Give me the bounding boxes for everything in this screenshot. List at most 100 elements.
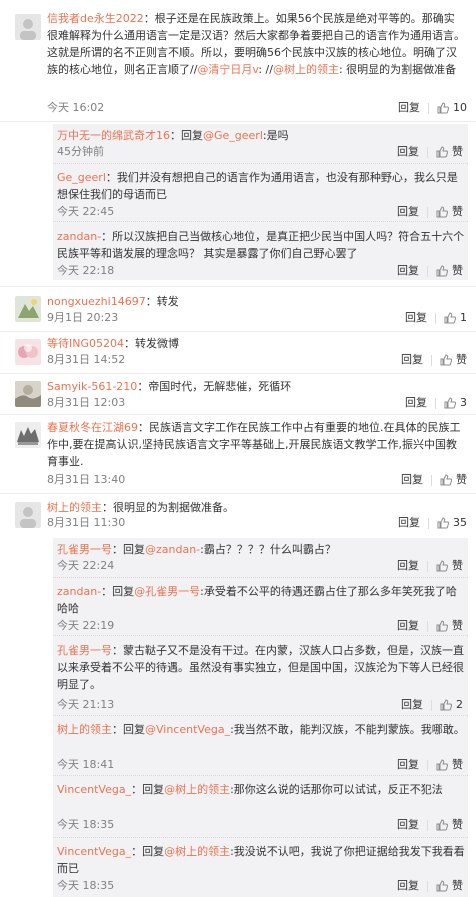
like-count: 35: [453, 516, 467, 529]
comment-time: 8月31日 14:52: [47, 353, 126, 366]
reply-time: 45分钟前: [57, 145, 104, 158]
reply-username[interactable]: VincentVega_: [57, 845, 131, 858]
reply-username[interactable]: VincentVega_: [57, 783, 131, 796]
reply-time: 今天 22:45: [57, 205, 115, 218]
like-button[interactable]: 2: [440, 697, 463, 713]
reply-actions: 回复 赞: [397, 618, 463, 634]
like-button[interactable]: 赞: [436, 558, 463, 574]
reply-meta: 今天 22:24 回复 赞: [57, 558, 463, 574]
comment-time: 8月31日 12:03: [47, 396, 126, 409]
comment-username[interactable]: Samyik-561-210: [47, 380, 137, 393]
reply-button[interactable]: 回复: [397, 618, 419, 634]
comment-username[interactable]: 等待ING05204: [47, 337, 124, 350]
like-button[interactable]: 赞: [436, 263, 463, 279]
like-button[interactable]: 10: [437, 100, 467, 116]
reply-username[interactable]: 万中无一的绵武奇才16: [57, 129, 170, 142]
like-label: 赞: [456, 473, 467, 486]
comment-username[interactable]: 树上的领主: [47, 501, 102, 514]
comment-text: 等待ING05204：转发微博: [47, 335, 465, 352]
divider: [427, 759, 428, 771]
mention-link[interactable]: @清宁日月v: [197, 63, 258, 76]
comment-content: ：转发微博: [124, 337, 179, 350]
avatar[interactable]: [15, 422, 41, 448]
mention-link[interactable]: @树上的领主: [273, 63, 339, 76]
comment-actions: 回复 赞: [401, 472, 467, 488]
like-label: 赞: [452, 145, 463, 158]
reply-button[interactable]: 回复: [397, 878, 419, 894]
reply-button[interactable]: 回复: [397, 558, 419, 574]
reply-button[interactable]: 回复: [401, 697, 423, 713]
reply-button[interactable]: 回复: [401, 472, 423, 488]
reply-button[interactable]: 回复: [397, 204, 419, 220]
reply-username[interactable]: zandan-: [57, 585, 101, 598]
mention-link[interactable]: @孔雀男一号: [134, 585, 200, 598]
comment-username[interactable]: 春夏秋冬在江湖69: [47, 421, 138, 434]
reply-item: 万中无一的绵武奇才16：回复@Ge_geerl:是吗 45分钟前 回复 赞: [53, 124, 468, 164]
like-label: 赞: [452, 758, 463, 771]
reply-button[interactable]: 回复: [401, 352, 423, 368]
reply-actions: 回复 赞: [397, 558, 463, 574]
reply-username[interactable]: 树上的领主: [57, 723, 112, 736]
reply-item: zandan-：所以汉族把自己当做核心地位，是真正把少民当中国人吗？符合五十六个…: [53, 222, 468, 280]
reply-content: :霸占？？？？什么叫霸占？: [200, 543, 336, 556]
reply-button[interactable]: 回复: [405, 395, 427, 411]
like-button[interactable]: 赞: [440, 352, 467, 368]
reply-item: 树上的领主：回复@VincentVega_:我当然不敢，能判汉族，不能判蒙族。我…: [53, 716, 468, 776]
reply-button[interactable]: 回复: [397, 817, 419, 833]
like-label: 赞: [452, 205, 463, 218]
mention-link[interactable]: @树上的领主: [164, 783, 230, 796]
reply-button[interactable]: 回复: [397, 263, 419, 279]
like-button[interactable]: 赞: [436, 817, 463, 833]
reply-time: 今天 22:24: [57, 559, 115, 572]
reply-item: VincentVega_：回复@树上的领主:我没说不认吧，我说了你把证据给我发下…: [53, 838, 468, 897]
like-button[interactable]: 1: [444, 310, 467, 326]
comment-text: 春夏秋冬在江湖69：民族语言文字工作在民族工作中占有重要的地位.在具体的民族工作…: [47, 419, 465, 470]
reply-button[interactable]: 回复: [398, 515, 420, 531]
like-button[interactable]: 35: [437, 515, 467, 531]
comment-content: : 很明显的为割据做准备: [338, 63, 457, 76]
reply-item: 孔雀男一号：回复@zandan-:霸占？？？？什么叫霸占？ 今天 22:24 回…: [53, 538, 468, 578]
comment-actions: 回复 1: [405, 310, 467, 326]
reply-button[interactable]: 回复: [398, 100, 420, 116]
reply-username[interactable]: zandan-: [57, 230, 101, 243]
mention-link[interactable]: @Ge_geerl: [203, 129, 263, 142]
reply-time: 今天 18:41: [57, 758, 115, 771]
thumbs-up-icon: [437, 102, 449, 114]
reply-meta: 今天 22:18 回复 赞: [57, 263, 463, 279]
reply-content: ：回复: [170, 129, 203, 142]
avatar[interactable]: [15, 14, 41, 40]
like-button[interactable]: 赞: [436, 757, 463, 773]
comment-meta: 8月31日 13:40 回复 赞: [47, 472, 467, 488]
comment-time: 8月31日 13:40: [47, 473, 126, 486]
reply-button[interactable]: 回复: [405, 310, 427, 326]
comment-username[interactable]: 信我者de永生2022: [47, 12, 144, 25]
like-button[interactable]: 赞: [436, 204, 463, 220]
reply-time: 今天 22:19: [57, 619, 115, 632]
reply-time: 今天 21:13: [57, 698, 115, 711]
mention-link[interactable]: @树上的领主: [164, 845, 230, 858]
like-label: 赞: [452, 559, 463, 572]
avatar[interactable]: [15, 381, 41, 407]
reply-content: :是吗: [262, 129, 289, 142]
avatar[interactable]: [15, 296, 41, 322]
mention-link[interactable]: @VincentVega_: [145, 723, 230, 736]
like-button[interactable]: 赞: [440, 472, 467, 488]
like-button[interactable]: 3: [444, 395, 467, 411]
mention-link[interactable]: @zandan-: [145, 543, 200, 556]
reply-button[interactable]: 回复: [397, 757, 419, 773]
thumbs-up-icon: [436, 560, 448, 572]
like-button[interactable]: 赞: [436, 878, 463, 894]
like-button[interactable]: 赞: [436, 618, 463, 634]
like-button[interactable]: 赞: [436, 144, 463, 160]
comment-username[interactable]: nongxuezhi14697: [47, 295, 146, 308]
divider: [435, 397, 436, 409]
like-label: 赞: [456, 353, 467, 366]
reply-username[interactable]: 孔雀男一号: [57, 644, 112, 657]
reply-text: zandan-：所以汉族把自己当做核心地位，是真正把少民当中国人吗？符合五十六个…: [57, 228, 465, 262]
avatar[interactable]: [15, 502, 41, 528]
reply-username[interactable]: Ge_geerl: [57, 171, 106, 184]
reply-button[interactable]: 回复: [397, 144, 419, 160]
avatar[interactable]: [15, 339, 41, 365]
divider: [428, 517, 429, 529]
reply-username[interactable]: 孔雀男一号: [57, 543, 112, 556]
